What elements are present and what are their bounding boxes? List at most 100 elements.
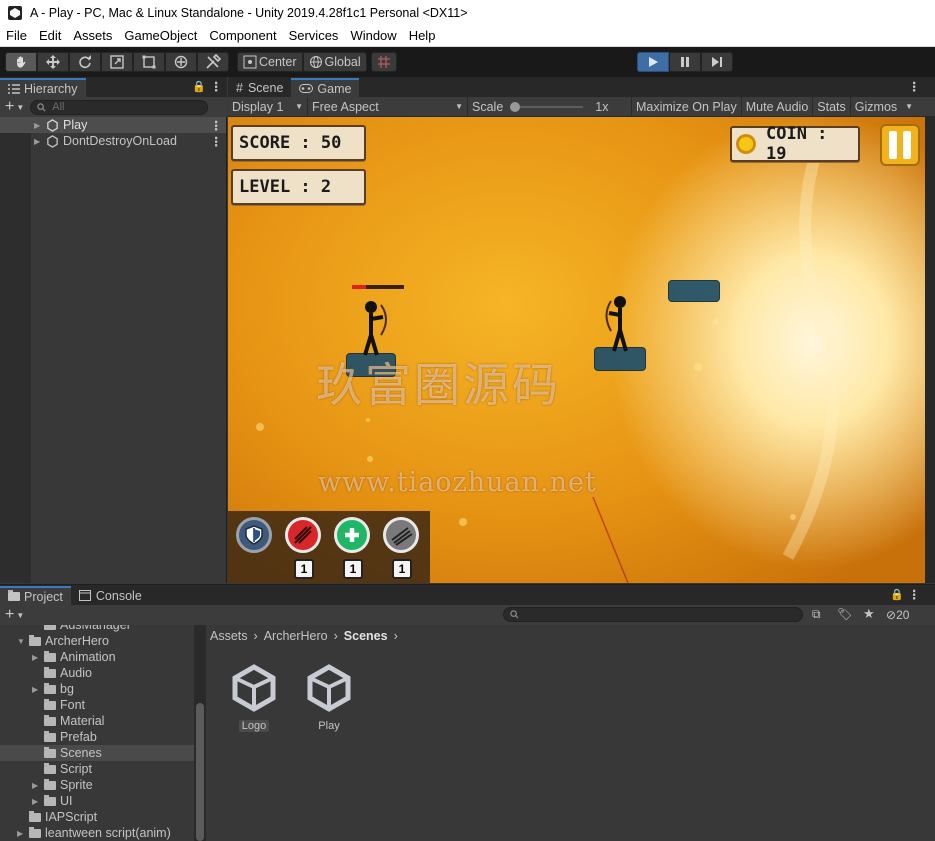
menu-component[interactable]: Component: [203, 28, 282, 43]
stats-toggle[interactable]: Stats: [813, 97, 851, 116]
pause-button[interactable]: [669, 52, 701, 72]
step-button[interactable]: [701, 52, 733, 72]
display-dropdown[interactable]: Display 1 ▼: [228, 97, 308, 116]
row-menu-icon[interactable]: ⋮: [210, 134, 223, 149]
custom-tool-button[interactable]: [197, 52, 229, 72]
snap-button[interactable]: [370, 52, 397, 72]
console-tab-label: Console: [95, 588, 142, 603]
pause-game-button[interactable]: [880, 124, 920, 166]
tree-folder-ui[interactable]: ▶ UI: [0, 793, 194, 809]
shield-skill-button[interactable]: [236, 517, 272, 553]
project-tab-label: Project: [24, 589, 63, 604]
tree-folder-label: Animation: [60, 650, 116, 664]
kebab-menu-icon[interactable]: ⋮: [908, 79, 921, 94]
tab-scene[interactable]: # Scene: [228, 78, 291, 97]
menu-window[interactable]: Window: [344, 28, 402, 43]
scale-tool-button[interactable]: [101, 52, 133, 72]
tree-folder-script[interactable]: Script: [0, 761, 194, 777]
hierarchy-scene-dontdestroy[interactable]: ▶ DontDestroyOnLoad ⋮: [0, 133, 226, 149]
folder-icon: [44, 778, 56, 790]
multi-arrow-skill-button[interactable]: [383, 517, 419, 553]
chevron-down-icon[interactable]: ▼: [16, 103, 24, 112]
pivot-mode-button[interactable]: Center: [237, 52, 303, 72]
tree-folder-leantween-script-anim-[interactable]: ▶ leantween script(anim): [0, 825, 194, 841]
breadcrumb-scenes[interactable]: Scenes: [344, 629, 388, 643]
collapse-arrow-icon[interactable]: ▼: [17, 637, 29, 646]
tree-folder-archerhero[interactable]: ▼ ArcherHero: [0, 633, 194, 649]
transform-tool-button[interactable]: [165, 52, 197, 72]
menu-assets[interactable]: Assets: [67, 28, 118, 43]
expand-arrow-icon[interactable]: ▶: [34, 121, 46, 130]
project-assets-area: Assets › ArcherHero › Scenes › Logo Play: [206, 625, 935, 841]
chevron-down-icon[interactable]: ▼: [16, 611, 24, 620]
expand-arrow-icon[interactable]: ▶: [32, 653, 44, 662]
rect-tool-button[interactable]: [133, 52, 165, 72]
tree-folder-animation[interactable]: ▶ Animation: [0, 649, 194, 665]
row-menu-icon[interactable]: ⋮: [210, 118, 223, 133]
pivot-space-button[interactable]: Global: [302, 52, 367, 72]
gizmos-dropdown[interactable]: Gizmos ▼: [851, 97, 917, 116]
hand-tool-button[interactable]: [5, 52, 37, 72]
tab-project[interactable]: Project: [0, 586, 71, 605]
tree-folder-scenes[interactable]: Scenes: [0, 745, 194, 761]
tree-scrollbar-thumb[interactable]: [196, 703, 204, 841]
hidden-packages-toggle[interactable]: ⊘20: [886, 608, 909, 622]
kebab-menu-icon[interactable]: ⋮: [908, 587, 921, 602]
expand-arrow-icon[interactable]: ▶: [32, 781, 44, 790]
transform-tools: [5, 52, 229, 72]
tree-scrollbar[interactable]: [194, 625, 206, 841]
tab-console[interactable]: Console: [71, 586, 150, 605]
tree-folder-font[interactable]: Font: [0, 697, 194, 713]
expand-arrow-icon[interactable]: ▶: [32, 685, 44, 694]
plus-icon: [345, 528, 359, 542]
menu-help[interactable]: Help: [403, 28, 442, 43]
filter-by-type-icon[interactable]: ⧉: [812, 607, 821, 622]
scale-slider-handle[interactable]: [510, 101, 521, 112]
asset-logo-scene[interactable]: Logo: [224, 663, 284, 732]
tree-folder-sprite[interactable]: ▶ Sprite: [0, 777, 194, 793]
tree-folder-bg[interactable]: ▶ bg: [0, 681, 194, 697]
lock-icon[interactable]: 🔒: [192, 80, 206, 93]
create-add-button[interactable]: +: [5, 606, 14, 624]
expand-arrow-icon[interactable]: ▶: [34, 137, 46, 146]
maximize-on-play-toggle[interactable]: Maximize On Play: [632, 97, 742, 116]
tree-folder-prefab[interactable]: Prefab: [0, 729, 194, 745]
lock-icon[interactable]: 🔒: [890, 588, 904, 601]
move-tool-button[interactable]: [37, 52, 69, 72]
hierarchy-scene-play[interactable]: ▶ Play ⋮: [0, 117, 226, 133]
tree-folder-material[interactable]: Material: [0, 713, 194, 729]
rotate-tool-button[interactable]: [69, 52, 101, 72]
tree-folder-adsmanager[interactable]: AdsManager: [0, 625, 194, 633]
create-add-button[interactable]: +: [5, 98, 14, 116]
aspect-dropdown[interactable]: Free Aspect ▼: [308, 97, 468, 116]
game-right-edge: [925, 117, 935, 583]
menu-gameobject[interactable]: GameObject: [118, 28, 203, 43]
breadcrumb-archerhero[interactable]: ArcherHero: [264, 629, 328, 643]
tree-folder-iapscript[interactable]: IAPScript: [0, 809, 194, 825]
menu-edit[interactable]: Edit: [33, 28, 67, 43]
favorite-star-icon[interactable]: ★: [863, 606, 875, 622]
scale-slider[interactable]: [510, 101, 584, 112]
menu-services[interactable]: Services: [283, 28, 345, 43]
filter-by-label-icon[interactable]: 🏷: [837, 607, 852, 621]
expand-arrow-icon[interactable]: ▶: [17, 829, 29, 838]
tab-hierarchy[interactable]: Hierarchy: [0, 78, 86, 97]
hierarchy-search-input[interactable]: All: [30, 99, 209, 115]
tab-game[interactable]: Game: [291, 78, 360, 97]
project-search-input[interactable]: [503, 607, 803, 622]
play-button[interactable]: [637, 52, 669, 72]
folder-icon: [29, 810, 41, 822]
tree-folder-audio[interactable]: Audio: [0, 665, 194, 681]
folder-icon: [44, 682, 56, 694]
game-viewport[interactable]: SCORE : 50 LEVEL : 2 COIN : 19 玖富圈源码 www…: [228, 117, 925, 583]
breadcrumb-assets[interactable]: Assets: [210, 629, 248, 643]
unity-scene-icon: [47, 134, 58, 148]
heal-skill-button[interactable]: [334, 517, 370, 553]
menu-file[interactable]: File: [0, 28, 33, 43]
fire-arrow-skill-button[interactable]: [285, 517, 321, 553]
asset-play-scene[interactable]: Play: [299, 663, 359, 732]
mute-audio-toggle[interactable]: Mute Audio: [742, 97, 814, 116]
expand-arrow-icon[interactable]: ▶: [32, 797, 44, 806]
asset-label: Play: [318, 720, 340, 732]
kebab-menu-icon[interactable]: ⋮: [210, 79, 223, 94]
